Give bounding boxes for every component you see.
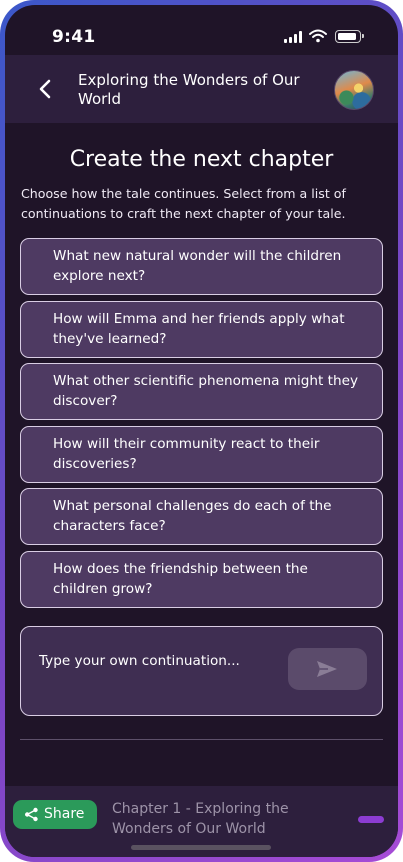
- top-app-bar: Exploring the Wonders of Our World: [5, 55, 398, 123]
- send-button[interactable]: [288, 648, 367, 690]
- battery-icon: [335, 30, 364, 43]
- status-time: 9:41: [52, 27, 96, 47]
- story-title: Exploring the Wonders of Our World: [78, 71, 300, 108]
- progress-indicator: [358, 816, 384, 823]
- signal-icon: [284, 31, 303, 43]
- chapter-label: Chapter 1 - Exploring the Wonders of Our…: [112, 801, 289, 837]
- story-cover-avatar[interactable]: [334, 70, 374, 110]
- share-label: Share: [44, 806, 85, 822]
- share-button[interactable]: Share: [13, 800, 97, 829]
- continuation-options-list: What new natural wonder will the childre…: [20, 238, 383, 613]
- page-description: Choose how the tale continues. Select fr…: [21, 186, 346, 221]
- custom-continuation-input[interactable]: Type your own continuation...: [20, 626, 383, 716]
- continuation-option[interactable]: How does the friendship between the chil…: [20, 550, 383, 608]
- continuation-option[interactable]: What new natural wonder will the childre…: [20, 238, 383, 295]
- continuation-option[interactable]: What personal challenges do each of the …: [20, 488, 383, 545]
- app-screen: 9:41 Exploring the Wonders of Our World …: [5, 5, 398, 857]
- continuation-option[interactable]: How will Emma and her friends apply what…: [20, 300, 383, 358]
- share-icon: [25, 807, 38, 822]
- section-divider: [20, 739, 383, 740]
- device-frame: 9:41 Exploring the Wonders of Our World …: [0, 0, 403, 862]
- home-indicator: [131, 845, 271, 850]
- continuation-option[interactable]: How will their community react to their …: [20, 425, 383, 483]
- status-bar: 9:41: [5, 5, 398, 55]
- send-icon: [317, 661, 337, 677]
- input-placeholder: Type your own continuation...: [39, 653, 240, 669]
- wifi-icon: [309, 29, 327, 43]
- page-heading: Create the next chapter: [69, 147, 334, 172]
- continuation-option[interactable]: What other scientific phenomena might th…: [20, 363, 383, 420]
- back-button[interactable]: [31, 75, 59, 103]
